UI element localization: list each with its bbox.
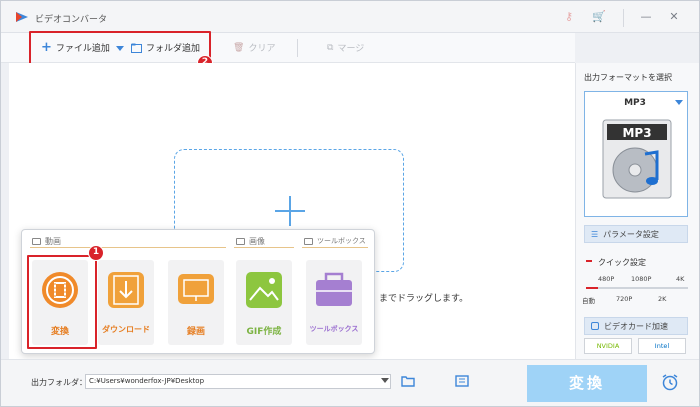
output-folder-path[interactable]: C:¥Users¥wonderfox-JP¥Desktop: [85, 374, 391, 389]
drag-hint-text: までドラッグします。: [379, 294, 469, 304]
toolbox-icon: [316, 272, 352, 306]
chip-icon: [591, 322, 599, 330]
image-icon: [246, 272, 282, 308]
format-name: MP3: [624, 98, 646, 108]
gpu-acceleration-button[interactable]: ビデオカード加速: [584, 317, 688, 335]
app-window: ビデオコンバータ ⚷ 🛒 — ✕ + ファイル追加 フォルダ追加 🗑 クリア ⧉…: [0, 0, 700, 407]
toolbar-separator: [297, 39, 298, 57]
section-video-header: 動画: [32, 236, 61, 247]
key-icon[interactable]: ⚷: [561, 9, 577, 25]
section-tools-header: ツールボックス: [304, 236, 366, 246]
toolbox-section-icon: [304, 237, 313, 245]
bottom-bar: 出力フォルダ： C:¥Users¥wonderfox-JP¥Desktop 変換: [1, 359, 699, 406]
window-title: ビデオコンバータ: [35, 15, 108, 25]
tile-gif-maker[interactable]: GIF作成: [236, 260, 292, 345]
quality-slider[interactable]: [586, 287, 688, 289]
intel-label: Intel: [654, 342, 670, 350]
title-separator: [623, 9, 624, 27]
quality-slider-fill: [586, 287, 598, 289]
svg-text:MP3: MP3: [622, 126, 651, 140]
gpu-acceleration-label: ビデオカード加速: [604, 321, 668, 331]
download-icon: [108, 272, 144, 308]
open-folder-icon[interactable]: [401, 375, 415, 387]
tile-toolbox[interactable]: ツールボックス: [306, 260, 362, 345]
tile-record[interactable]: 録画: [168, 260, 224, 345]
clear-button[interactable]: 🗑 クリア: [233, 41, 276, 55]
section-tools-label: ツールボックス: [317, 237, 366, 245]
image-section-icon: [236, 238, 245, 245]
merge-icon: ⧉: [327, 42, 334, 53]
format-selector[interactable]: MP3 MP3: [584, 91, 688, 217]
app-logo-icon: [16, 12, 28, 22]
add-plus-icon[interactable]: [275, 196, 305, 226]
nvidia-badge[interactable]: NVIDIA: [584, 338, 632, 354]
tile-download-label: ダウンロード: [102, 325, 150, 334]
convert-button[interactable]: 変換: [527, 365, 647, 402]
section-image-divider: [234, 247, 294, 248]
parameter-settings-button[interactable]: ☰ パラメータ設定: [584, 225, 688, 243]
highlight-box-add-buttons: [29, 31, 211, 65]
parameter-settings-label: パラメータ設定: [603, 229, 659, 239]
clear-label: クリア: [248, 44, 276, 54]
tile-record-label: 録画: [186, 327, 205, 337]
cart-icon[interactable]: 🛒: [591, 9, 607, 25]
merge-button[interactable]: ⧉ マージ: [327, 41, 365, 55]
tick-1080p: 1080P: [631, 275, 652, 283]
video-section-icon: [32, 238, 41, 245]
quick-settings-label: クイック設定: [598, 258, 646, 267]
trash-icon: 🗑: [233, 42, 245, 53]
title-bar: ビデオコンバータ ⚷ 🛒 — ✕: [1, 1, 699, 33]
close-icon[interactable]: ✕: [665, 9, 683, 25]
section-image-label: 画像: [249, 237, 265, 246]
merge-label: マージ: [337, 44, 365, 54]
screen-record-icon: [178, 274, 214, 304]
tick-4k: 4K: [676, 275, 685, 283]
intel-badge[interactable]: Intel: [638, 338, 686, 354]
tick-auto: 自動: [582, 297, 595, 305]
section-tools-divider: [302, 247, 368, 248]
output-folder-dropdown-icon[interactable]: [381, 378, 389, 383]
minimize-icon[interactable]: —: [637, 9, 655, 25]
output-folder-value: C:¥Users¥wonderfox-JP¥Desktop: [89, 377, 205, 385]
section-image-header: 画像: [236, 236, 265, 247]
browse-folder-icon[interactable]: [455, 375, 469, 387]
nvidia-label: NVIDIA: [596, 342, 620, 350]
output-format-panel: 出力フォーマットを選択 MP3 MP3 ☰ パラメータ設定 クイック設定 480…: [575, 63, 699, 359]
format-dropdown-icon[interactable]: [675, 100, 683, 105]
step-badge-1: 1: [88, 245, 104, 261]
output-folder-label: 出力フォルダ：: [31, 378, 87, 387]
highlight-box-convert-tile: [27, 255, 97, 349]
speed-icon: [586, 260, 592, 262]
section-video-label: 動画: [45, 237, 61, 246]
tile-download[interactable]: ダウンロード: [98, 260, 154, 345]
output-format-title: 出力フォーマットを選択: [584, 73, 672, 82]
tick-720p: 720P: [616, 295, 633, 303]
mp3-format-icon: MP3: [602, 119, 672, 199]
alarm-clock-icon[interactable]: [661, 373, 679, 391]
section-video-divider: [30, 247, 226, 248]
tick-2k: 2K: [658, 295, 667, 303]
tick-480p: 480P: [598, 275, 615, 283]
tile-gif-label: GIF作成: [246, 327, 282, 337]
tile-toolbox-label: ツールボックス: [309, 325, 359, 333]
sliders-icon: ☰: [591, 229, 599, 239]
